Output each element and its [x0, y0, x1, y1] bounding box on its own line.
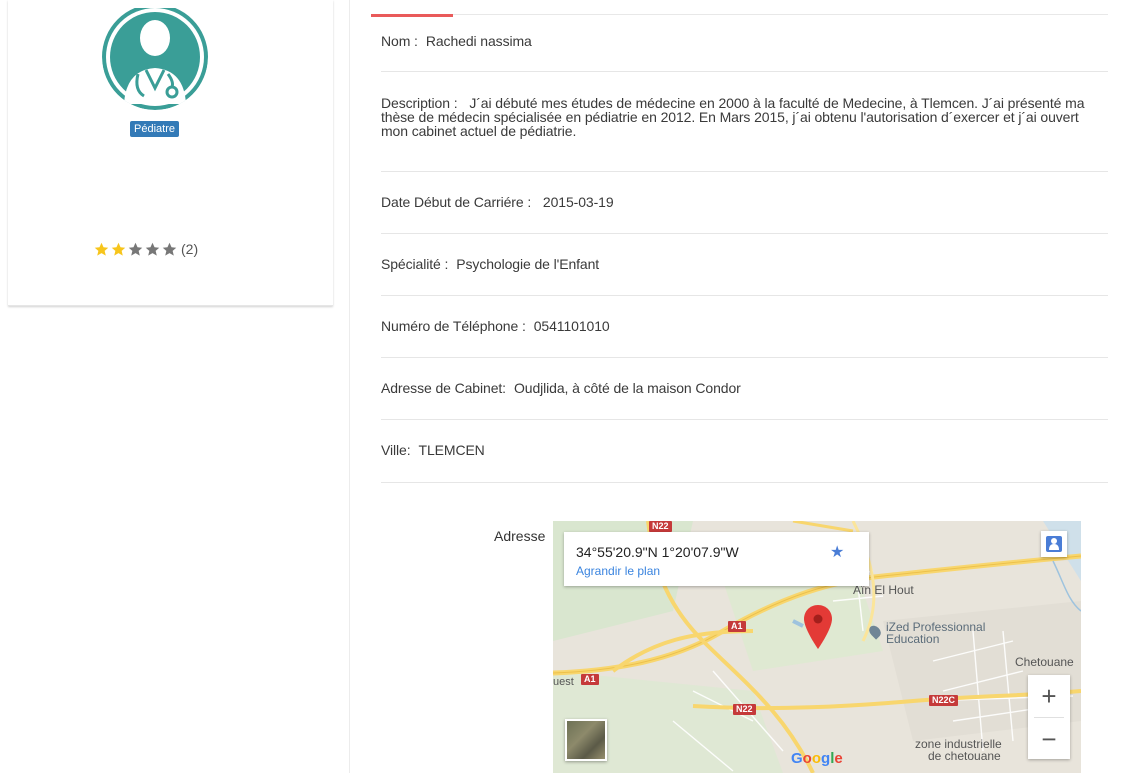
detail-row-description: Description : J´ai débuté mes études de … [381, 72, 1108, 172]
road-shield-n22c: N22C [929, 695, 959, 706]
rating-stars[interactable]: (2) [94, 240, 198, 258]
detail-row-telephone: Numéro de Téléphone : 0541101010 [381, 296, 1108, 358]
detail-row-specialite: Spécialité : Psychologie de l'Enfant [381, 234, 1108, 296]
zoom-controls: + − [1028, 675, 1070, 759]
map-info-window: 34°55'20.9"N 1°20'07.9"W Agrandir le pla… [564, 532, 869, 586]
road-shield-n22: N22 [649, 521, 672, 532]
profile-card: Pédiatre (2) [8, 0, 333, 306]
detail-row-adresse-cabinet: Adresse de Cabinet: Oudjlida, à côté de l… [381, 358, 1108, 420]
road-shield-n22-bottom: N22 [733, 704, 756, 715]
telephone-value: 0541101010 [533, 318, 610, 334]
zoom-out-button[interactable]: − [1028, 718, 1070, 760]
save-star-icon[interactable]: ★ [830, 542, 844, 562]
google-logo: Google [791, 750, 843, 767]
description-value: J´ai débuté mes études de médecine en 20… [381, 95, 1085, 139]
detail-row-ville: Ville: TLEMCEN [381, 420, 1108, 483]
ville-label: Ville: [381, 442, 411, 458]
star-filled-icon[interactable] [111, 242, 126, 257]
column-divider [349, 0, 350, 773]
date-debut-value: 2015-03-19 [542, 194, 614, 210]
coordinates-text: 34°55'20.9"N 1°20'07.9"W [576, 544, 739, 560]
specialite-value: Psychologie de l'Enfant [456, 256, 600, 272]
doctor-avatar [102, 8, 208, 110]
place-label-ouest: uest [553, 676, 574, 688]
enlarge-map-link[interactable]: Agrandir le plan [576, 564, 660, 578]
telephone-label: Numéro de Téléphone : [381, 318, 526, 334]
nom-value: Rachedi nassima [425, 33, 532, 49]
adresse-cabinet-label: Adresse de Cabinet: [381, 380, 506, 396]
detail-row-nom: Nom : Rachedi nassima [381, 15, 1108, 72]
road-shield-a1-left: A1 [581, 674, 599, 685]
adresse-cabinet-value: Oudjlida, à côté de la maison Condor [513, 380, 741, 396]
map-address-label: Adresse [494, 528, 546, 544]
location-map[interactable]: N22 A1 A1 N22 N22C uest Aïn El Hout iZed… [553, 521, 1081, 773]
star-empty-icon[interactable] [145, 242, 160, 257]
pegman-icon[interactable] [1041, 531, 1067, 557]
ville-value: TLEMCEN [418, 442, 485, 458]
date-debut-label: Date Début de Carriére : [381, 194, 532, 210]
specialty-badge: Pédiatre [130, 121, 179, 137]
street-view-button[interactable] [1041, 531, 1067, 557]
zoom-in-button[interactable]: + [1028, 675, 1070, 717]
nom-label: Nom : [381, 33, 418, 49]
location-pin-icon[interactable] [804, 605, 832, 649]
place-label-zone-line2: de chetouane [928, 749, 1001, 763]
star-filled-icon[interactable] [94, 242, 109, 257]
star-empty-icon[interactable] [128, 242, 143, 257]
road-shield-a1: A1 [728, 621, 746, 632]
poi-label-ized-line2[interactable]: Education [886, 632, 939, 646]
star-empty-icon[interactable] [162, 242, 177, 257]
detail-row-date-debut: Date Début de Carriére : 2015-03-19 [381, 172, 1108, 234]
doctor-icon [102, 8, 208, 110]
specialite-label: Spécialité : [381, 256, 449, 272]
place-label-chetouane: Chetouane [1015, 655, 1074, 669]
satellite-toggle-button[interactable] [565, 719, 607, 761]
rating-count: (2) [181, 241, 199, 257]
